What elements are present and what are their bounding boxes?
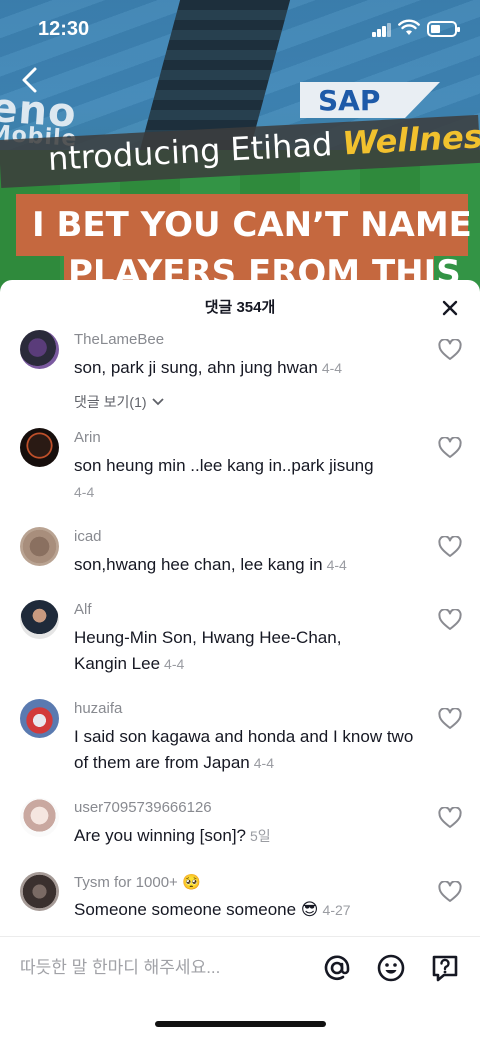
comment-body: son,hwang hee chan, lee kang in — [74, 555, 323, 574]
avatar[interactable] — [20, 527, 59, 566]
comment-text: son,hwang hee chan, lee kang in 4-4 — [74, 552, 424, 578]
comment-body: son heung min ..lee kang in..park jisung — [74, 456, 374, 475]
comment-username[interactable]: TheLameBee — [74, 331, 164, 348]
signal-icon — [372, 23, 392, 37]
caption-line-1: I BET YOU CAN’T NAME 3 — [32, 205, 480, 245]
view-replies-button[interactable]: 댓글 보기(1) — [74, 392, 165, 412]
avatar[interactable] — [20, 872, 59, 911]
comment-body: son, park ji sung, ahn jung hwan — [74, 358, 318, 377]
comment-body: Someone someone someone 😎 — [74, 900, 319, 919]
heart-icon[interactable] — [438, 609, 462, 631]
comment-text: Are you winning [son]? 5일 — [74, 823, 424, 849]
comment-username[interactable]: user7095739666126 — [74, 799, 212, 816]
comment-username[interactable]: Tysm for 1000+ 🥺 — [74, 873, 201, 891]
status-time: 12:30 — [38, 18, 90, 40]
heart-icon[interactable] — [438, 807, 462, 829]
wifi-icon — [398, 19, 420, 35]
comment-text: son, park ji sung, ahn jung hwan 4-4 — [74, 355, 424, 381]
comment-text: Someone someone someone 😎 4-27 — [74, 897, 424, 923]
view-replies-label: 댓글 보기(1) — [74, 394, 147, 410]
comment-body: Are you winning [son]? — [74, 826, 246, 845]
banner-text-highlight: Wellnes — [341, 117, 480, 163]
sponsor-right-text: SAP — [318, 84, 381, 117]
comment-date: 4-4 — [321, 360, 343, 376]
back-icon[interactable] — [18, 66, 42, 94]
comment-date: 4-4 — [326, 557, 347, 573]
avatar[interactable] — [20, 798, 59, 837]
heart-icon[interactable] — [438, 339, 462, 361]
avatar[interactable] — [20, 600, 59, 639]
comment-text: I said son kagawa and honda and I know t… — [74, 724, 419, 776]
avatar[interactable] — [20, 330, 59, 369]
emoji-icon[interactable] — [376, 953, 406, 983]
home-indicator[interactable] — [155, 1021, 326, 1027]
question-icon[interactable] — [430, 953, 460, 983]
sheet-header: 댓글 354개 — [0, 280, 480, 330]
comment-username[interactable]: Arin — [74, 429, 101, 446]
heart-icon[interactable] — [438, 881, 462, 903]
comments-count-title: 댓글 354개 — [204, 299, 276, 316]
at-icon[interactable] — [322, 953, 352, 983]
comment-date: 4-4 — [253, 755, 274, 771]
comment-date: 4-27 — [322, 902, 351, 918]
close-icon[interactable] — [438, 296, 462, 320]
avatar[interactable] — [20, 428, 59, 467]
comment-username[interactable]: icad — [74, 528, 102, 545]
comment-body: I said son kagawa and honda and I know t… — [74, 727, 414, 772]
heart-icon[interactable] — [438, 536, 462, 558]
comment-text: son heung min ..lee kang in..park jisung… — [74, 453, 424, 505]
comment-date: 4-4 — [74, 484, 95, 500]
comment-input[interactable] — [20, 953, 300, 983]
battery-icon — [427, 21, 460, 37]
chevron-down-icon — [151, 398, 164, 406]
comment-date: 4-4 — [164, 656, 185, 672]
avatar[interactable] — [20, 699, 59, 738]
status-bar: 12:30 — [0, 0, 480, 60]
comment-username[interactable]: huzaifa — [74, 700, 122, 717]
comment-username[interactable]: Alf — [74, 601, 92, 618]
heart-icon[interactable] — [438, 437, 462, 459]
comment-text: Heung-Min Son, Hwang Hee-Chan, Kangin Le… — [74, 625, 394, 677]
heart-icon[interactable] — [438, 708, 462, 730]
comment-body: Heung-Min Son, Hwang Hee-Chan, Kangin Le… — [74, 628, 342, 673]
comment-date: 5일 — [250, 828, 271, 844]
